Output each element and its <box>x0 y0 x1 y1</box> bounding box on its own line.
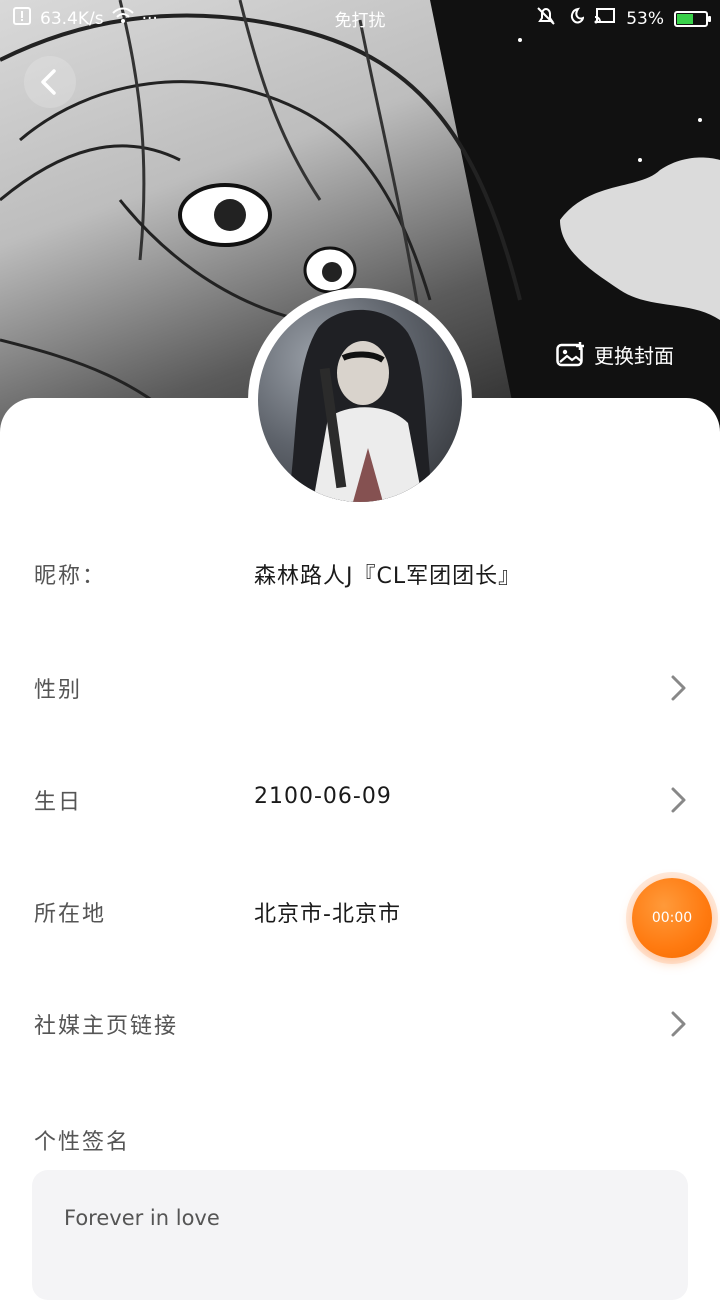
cast-icon <box>594 7 616 30</box>
nickname-row[interactable]: 昵称： 森林路人J『CL军团团长』 <box>0 544 720 604</box>
nickname-label: 昵称： <box>34 564 107 589</box>
back-button[interactable] <box>24 56 76 108</box>
nickname-value: 森林路人J『CL军团团长』 <box>254 564 522 589</box>
location-label: 所在地 <box>34 902 107 927</box>
gender-label: 性别 <box>34 678 83 703</box>
signature-value: Forever in love <box>64 1206 220 1230</box>
chevron-right-icon <box>671 787 686 813</box>
change-cover-button[interactable]: 更换封面 <box>546 330 684 378</box>
battery-percent: 53% <box>626 8 664 29</box>
gender-row[interactable]: 性别 <box>0 658 720 718</box>
chevron-right-icon <box>671 1011 686 1037</box>
location-value: 北京市-北京市 <box>254 902 401 927</box>
change-cover-label: 更换封面 <box>594 343 674 368</box>
status-bar: 63.4K/s ··· 免打扰 53% <box>0 0 720 36</box>
timer-text: 00:00 <box>651 910 693 926</box>
mute-bell-icon <box>536 6 556 31</box>
avatar-image <box>258 298 462 502</box>
birthday-label: 生日 <box>34 790 83 815</box>
battery-icon <box>674 10 711 27</box>
chevron-left-icon <box>41 69 56 95</box>
social-link-row[interactable]: 社媒主页链接 <box>0 994 720 1054</box>
birthday-row[interactable]: 生日 2100-06-09 <box>0 770 720 830</box>
floating-timer-button[interactable]: 00:00 <box>632 878 712 958</box>
chevron-right-icon <box>671 675 686 701</box>
birthday-value: 2100-06-09 <box>254 784 392 809</box>
signature-input[interactable]: Forever in love <box>32 1170 688 1300</box>
signature-label: 个性签名 <box>34 1130 131 1155</box>
avatar[interactable] <box>248 288 472 512</box>
image-add-icon <box>556 342 584 367</box>
social-link-label: 社媒主页链接 <box>34 1014 179 1039</box>
moon-icon <box>566 7 585 30</box>
location-row[interactable]: 所在地 北京市-北京市 <box>0 882 720 942</box>
